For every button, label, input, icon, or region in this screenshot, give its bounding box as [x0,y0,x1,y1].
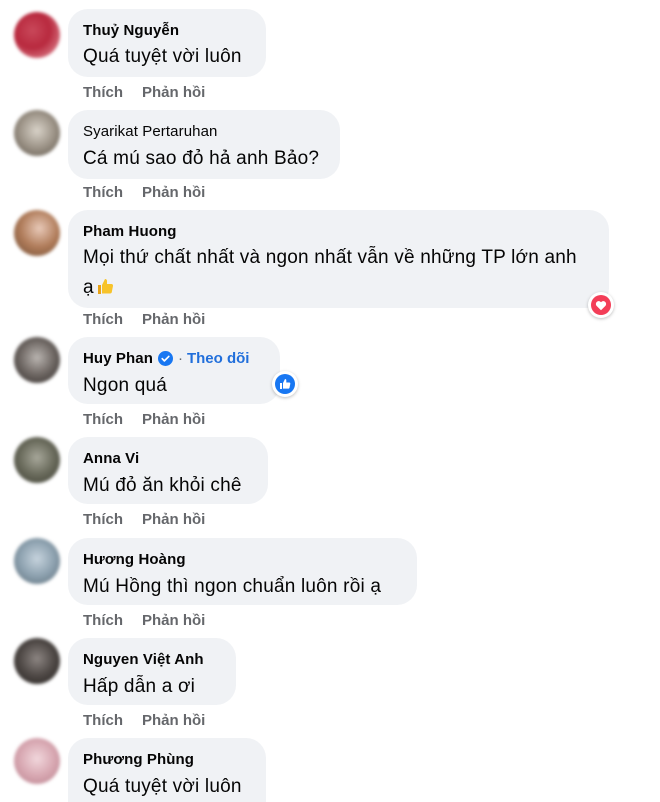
like-button[interactable]: Thích [83,612,123,629]
avatar[interactable] [14,738,60,784]
comment-text: Mọi thứ chất nhất và ngon nhất vẫn về nh… [83,243,593,303]
commenter-name[interactable]: Syarikat Pertaruhan [83,123,217,140]
like-button[interactable]: Thích [83,511,123,528]
comment-bubble: Anna Vi Mú đỏ ăn khỏi chê [68,437,268,504]
commenter-name[interactable]: Thuỷ Nguyễn [83,22,179,39]
like-button[interactable]: Thích [83,411,123,428]
comment-actions: Thích Phản hồi [83,612,205,629]
comment-text: Quá tuyệt vời luôn [83,46,242,67]
avatar[interactable] [14,437,60,483]
commenter-name[interactable]: Nguyen Việt Anh [83,651,204,668]
thumbs-up-emoji-icon [97,279,113,294]
comment-text: Cá mú sao đỏ hả anh Bảo? [83,148,320,169]
avatar[interactable] [14,337,60,383]
comment-actions: Thích Phản hồi [83,511,205,528]
comment-actions: Thích Phản hồi [83,712,205,729]
comment-text-line: Mọi thứ chất nhất và ngon nhất vẫn về nh… [83,247,577,268]
avatar[interactable] [14,538,60,584]
comment-text-line: ạ [83,273,593,303]
separator-dot: · [177,349,183,367]
comment-actions: Thích Phản hồi [83,311,205,328]
comment-bubble: Hương Hoàng Mú Hồng thì ngon chuẩn luôn … [68,538,417,605]
reply-button[interactable]: Phản hồi [142,84,205,101]
comment-actions: Thích Phản hồi [83,184,205,201]
reply-button[interactable]: Phản hồi [142,511,205,528]
avatar[interactable] [14,210,60,256]
commenter-name[interactable]: Anna Vi [83,450,139,467]
reply-button[interactable]: Phản hồi [142,411,205,428]
reply-button[interactable]: Phản hồi [142,612,205,629]
avatar[interactable] [14,12,60,58]
commenter-name[interactable]: Pham Huong [83,223,177,240]
comment-bubble: Huy Phan · Theo dõi Ngon quá [68,337,280,404]
love-reaction-icon[interactable] [588,292,614,318]
comment-bubble: Syarikat Pertaruhan Cá mú sao đỏ hả anh … [68,110,340,179]
like-button[interactable]: Thích [83,311,123,328]
comment-bubble: Pham Huong Mọi thứ chất nhất và ngon nhấ… [68,210,609,308]
follow-button[interactable]: Theo dõi [187,350,250,367]
commenter-name[interactable]: Huy Phan [83,350,153,367]
comment-bubble: Phương Phùng Quá tuyệt vời luôn [68,738,266,802]
like-button[interactable]: Thích [83,184,123,201]
comment-text: Mú Hồng thì ngon chuẩn luôn rồi ạ [83,576,382,597]
verified-badge-icon [157,350,173,366]
commenter-name[interactable]: Hương Hoàng [83,551,186,568]
comment-text: Ngon quá [83,375,168,396]
reply-button[interactable]: Phản hồi [142,712,205,729]
like-button[interactable]: Thích [83,84,123,101]
like-reaction-icon[interactable] [272,371,298,397]
comment-bubble: Thuỷ Nguyễn Quá tuyệt vời luôn [68,9,266,77]
comment-text: Hấp dẫn a ơi [83,676,196,697]
avatar[interactable] [14,638,60,684]
reply-button[interactable]: Phản hồi [142,184,205,201]
reply-button[interactable]: Phản hồi [142,311,205,328]
comment-actions: Thích Phản hồi [83,411,205,428]
commenter-name[interactable]: Phương Phùng [83,751,194,768]
comment-actions: Thích Phản hồi [83,84,205,101]
like-button[interactable]: Thích [83,712,123,729]
comment-text: Mú đỏ ăn khỏi chê [83,475,242,496]
comment-bubble: Nguyen Việt Anh Hấp dẫn a ơi [68,638,236,705]
comment-text: Quá tuyệt vời luôn [83,776,242,797]
avatar[interactable] [14,110,60,156]
